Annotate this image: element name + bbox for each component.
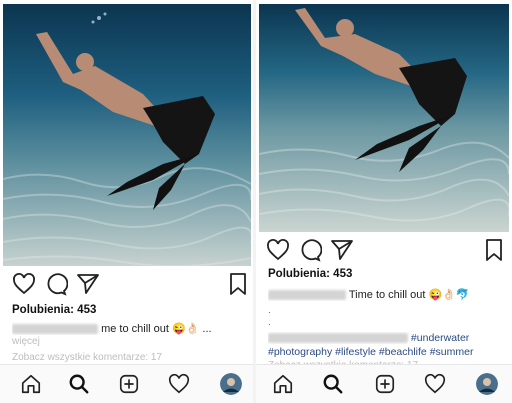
blurred-username — [12, 324, 98, 335]
heart-icon[interactable] — [12, 272, 36, 296]
post-panel-right: Polubienia: 453 Time to chill out 😜👌🏻🐬 .… — [256, 0, 512, 403]
likes-count[interactable]: Polubienia: 453 — [268, 268, 352, 280]
post-actions — [0, 270, 253, 298]
caption: me to chill out 😜👌🏻 ... — [12, 322, 247, 335]
home-icon[interactable] — [20, 373, 42, 395]
blurred-username — [268, 290, 346, 301]
caption-dot: . — [268, 317, 271, 328]
home-icon[interactable] — [272, 373, 294, 395]
caption-text: Time to chill out 😜👌🏻🐬 — [348, 289, 470, 301]
plus-square-icon[interactable] — [374, 373, 396, 395]
send-icon[interactable] — [330, 238, 354, 262]
bottom-tab-bar — [0, 364, 253, 403]
comment-icon[interactable] — [298, 238, 322, 262]
more-link[interactable]: więcej — [12, 336, 40, 347]
bookmark-icon[interactable] — [482, 238, 506, 262]
post-panel-left: Polubienia: 453 me to chill out 😜👌🏻 ... … — [0, 0, 253, 403]
activity-heart-icon[interactable] — [424, 373, 446, 395]
caption-dot: . — [268, 305, 271, 316]
search-icon[interactable] — [68, 373, 90, 395]
post-actions — [256, 236, 512, 264]
post-photo[interactable] — [3, 4, 251, 266]
comment-icon[interactable] — [44, 272, 68, 296]
send-icon[interactable] — [76, 272, 100, 296]
caption-text: me to chill out 😜👌🏻 ... — [101, 323, 212, 335]
heart-icon[interactable] — [266, 238, 290, 262]
plus-square-icon[interactable] — [118, 373, 140, 395]
comments-link[interactable]: Zobacz wszystkie komentarze: 17 — [12, 352, 162, 363]
likes-count[interactable]: Polubienia: 453 — [12, 304, 96, 316]
profile-avatar[interactable] — [476, 373, 498, 395]
profile-avatar[interactable] — [220, 373, 242, 395]
hashtags-line[interactable]: #photography #lifestyle #beachlife #summ… — [268, 346, 506, 358]
underwater-photo — [3, 4, 251, 266]
search-icon[interactable] — [322, 373, 344, 395]
activity-heart-icon[interactable] — [168, 373, 190, 395]
post-photo[interactable] — [259, 4, 509, 232]
blurred-text — [268, 333, 408, 344]
hashtag[interactable]: #underwater — [411, 332, 469, 344]
bookmark-icon[interactable] — [226, 272, 250, 296]
hashtags-line: #underwater — [268, 332, 506, 344]
underwater-photo — [259, 4, 509, 232]
caption: Time to chill out 😜👌🏻🐬 — [268, 288, 506, 301]
bottom-tab-bar — [256, 364, 512, 403]
